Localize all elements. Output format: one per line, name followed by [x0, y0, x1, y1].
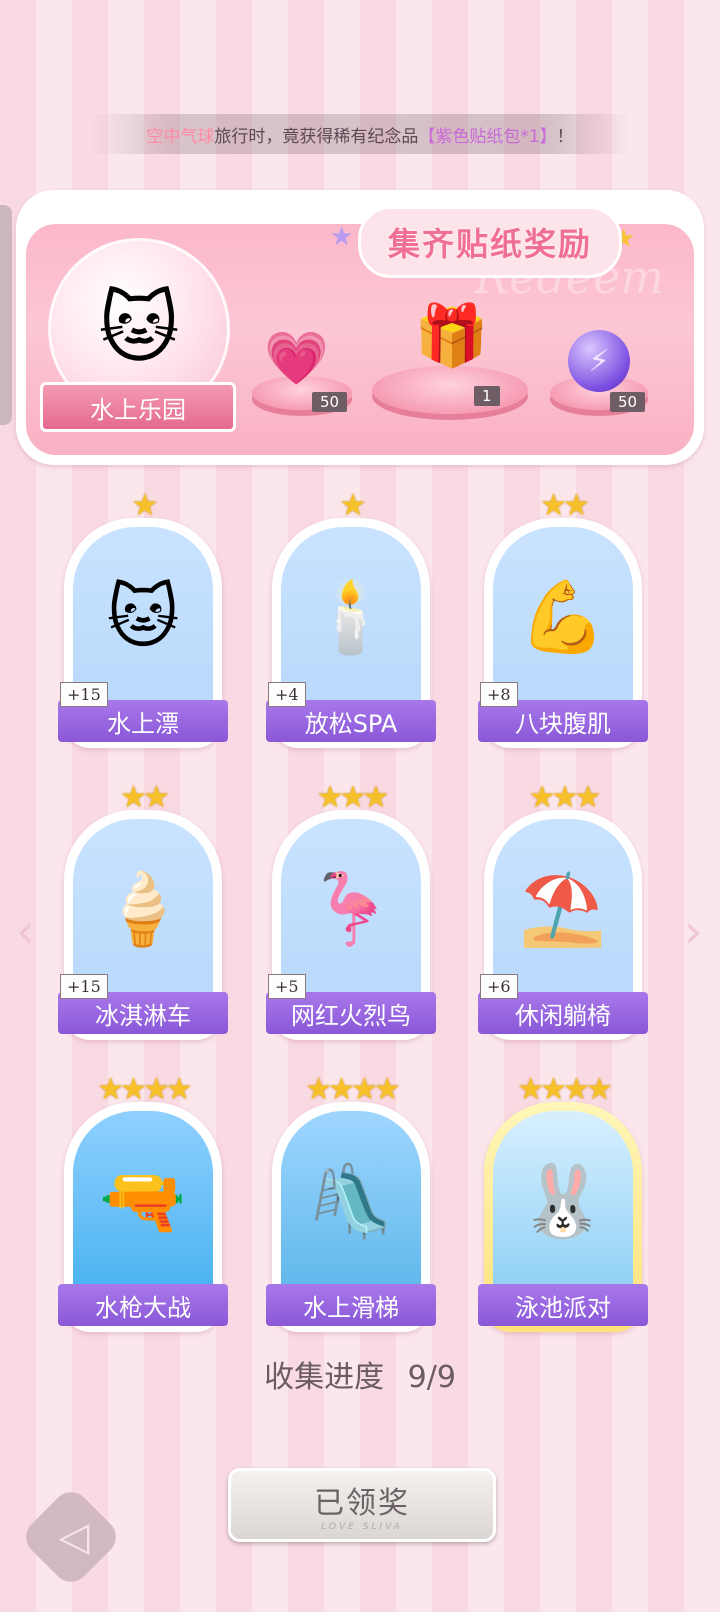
next-page-icon[interactable]: › [684, 904, 702, 958]
card-count: +15 [60, 974, 108, 999]
card-stars: ★ [131, 488, 159, 523]
sticker-card[interactable]: ⛱️ ★★★ 休闲躺椅 +6 [478, 780, 648, 1046]
sticker-box-icon: 🎁 [414, 301, 489, 371]
aroma-candle-icon: 🕯️ [307, 575, 395, 658]
card-stars: ★★★★ [305, 1072, 401, 1107]
sticker-card[interactable]: 🦩 ★★★ 网红火烈鸟 +5 [266, 780, 436, 1046]
sticker-card[interactable]: 🐱 ★ 水上漂 +15 [58, 488, 228, 754]
card-stars: ★★★★ [517, 1072, 613, 1107]
card-count: +6 [480, 974, 518, 999]
notice-middle: 旅行时，竟获得稀有纪念品 [214, 126, 419, 147]
progress-value: 9/9 [407, 1360, 456, 1395]
beach-chair-icon: ⛱️ [519, 867, 607, 950]
card-art: 💪 [493, 527, 633, 707]
reward-count: 50 [610, 392, 646, 412]
theme-name: 水上乐园 [90, 395, 186, 424]
card-art: 🛝 [281, 1111, 421, 1291]
sticker-card[interactable]: 🛝 ★★★★ 水上滑梯 [266, 1072, 436, 1338]
card-art: ⛱️ [493, 819, 633, 999]
pool-party-icon: 🐰 [519, 1159, 607, 1242]
water-slide-icon: 🛝 [307, 1159, 395, 1242]
sticker-card[interactable]: 💪 ★★ 八块腹肌 +8 [478, 488, 648, 754]
notice-suffix: ！ [556, 126, 574, 147]
claimed-button-sub: LOVE SLIVA [321, 1522, 403, 1532]
prev-page-icon[interactable]: ‹ [16, 904, 34, 958]
card-stars: ★ [339, 488, 367, 523]
notice-item: 【紫色贴纸包*1】 [418, 126, 557, 147]
card-stars: ★★ [120, 780, 170, 815]
card-stars: ★★★ [528, 780, 602, 815]
card-art: 🕯️ [281, 527, 421, 707]
acquisition-notice: 空中气球 旅行时，竟获得稀有纪念品 【紫色贴纸包*1】 ！ [90, 114, 630, 154]
card-art: 🔫 [73, 1111, 213, 1291]
flamingo-float-icon: 🦩 [307, 867, 395, 950]
reward-count: 1 [474, 386, 500, 406]
lightning-orb-icon: ⚡ [568, 330, 630, 392]
reward-title-box: 集齐贴纸奖励 [358, 206, 622, 278]
card-art: 🐰 [493, 1111, 633, 1291]
muscle-cat-icon: 💪 [519, 575, 607, 658]
card-art: 🍦 [73, 819, 213, 999]
heart-gem-icon: 💗 [264, 329, 329, 389]
ice-cream-truck-icon: 🍦 [99, 867, 187, 950]
card-stars: ★★★★ [97, 1072, 193, 1107]
card-label: 水上滑梯 [266, 1284, 436, 1326]
sticker-card[interactable]: 🍦 ★★ 冰淇淋车 +15 [58, 780, 228, 1046]
sticker-card[interactable]: 🐰 ★★★★ 泳池派对 [478, 1072, 648, 1338]
card-stars: ★★★ [316, 780, 390, 815]
card-label: 泳池派对 [478, 1284, 648, 1326]
reward-pedestal [372, 366, 528, 414]
card-art: 🐱 [73, 527, 213, 707]
card-art: 🦩 [281, 819, 421, 999]
water-gun-icon: 🔫 [99, 1159, 187, 1242]
sticker-card[interactable]: 🕯️ ★ 放松SPA +4 [266, 488, 436, 754]
notice-prefix: 空中气球 [146, 126, 215, 147]
progress-label: 收集进度 [264, 1360, 385, 1395]
cat-float-icon: 🐱 [106, 576, 180, 658]
star-deco-icon: ★ [330, 222, 354, 252]
back-arrow-icon[interactable]: ◁ [44, 1512, 104, 1562]
collection-progress: 收集进度 9/9 [0, 1352, 720, 1396]
card-count: +5 [268, 974, 306, 999]
card-count: +15 [60, 682, 108, 707]
reward-count: 50 [312, 392, 348, 412]
card-label: 水枪大战 [58, 1284, 228, 1326]
sticker-card[interactable]: 🔫 ★★★★ 水枪大战 [58, 1072, 228, 1338]
reward-title: 集齐贴纸奖励 [387, 225, 592, 263]
card-count: +4 [268, 682, 306, 707]
card-count: +8 [480, 682, 518, 707]
claimed-button[interactable]: 已领奖 LOVE SLIVA [228, 1468, 496, 1542]
claimed-button-label: 已领奖 [314, 1486, 410, 1521]
side-handle[interactable] [0, 205, 12, 425]
theme-ribbon: 水上乐园 [40, 382, 236, 432]
card-stars: ★★ [540, 488, 590, 523]
